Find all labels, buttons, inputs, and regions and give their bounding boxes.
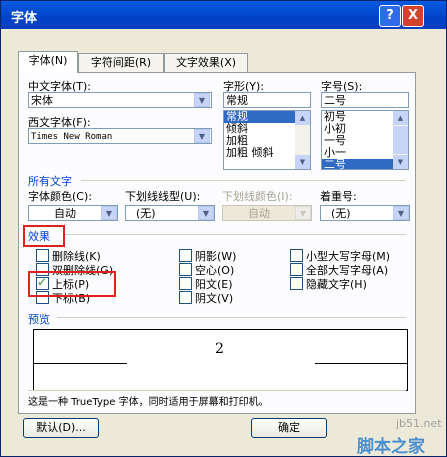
window-title: 字体 [11, 11, 38, 26]
underline-style-label: 下划线线型(U): [125, 190, 201, 203]
watermark-logo: 脚本之家 [357, 437, 425, 457]
engrave-checkbox[interactable] [179, 291, 192, 304]
scroll-down-icon[interactable]: ▼ [393, 155, 408, 169]
chinese-font-select[interactable]: 宋体 [28, 92, 212, 108]
help-button[interactable]: ? [379, 5, 401, 27]
hidden-text-label: 隐藏文字(H) [306, 278, 367, 291]
divider [81, 180, 406, 181]
emphasis-mark-label: 着重号: [320, 190, 357, 203]
chevron-down-icon[interactable]: ▼ [101, 206, 117, 220]
chevron-down-icon[interactable]: ▼ [295, 206, 311, 220]
font-dialog: 字体 ? X 字体(N) 字符间距(R) 文字效果(X) 中文字体(T): 宋体… [0, 0, 447, 457]
font-size-input[interactable]: 二号 [321, 92, 409, 108]
font-style-input[interactable]: 常规 [223, 92, 311, 108]
emboss-checkbox[interactable] [179, 277, 192, 290]
outline-checkbox[interactable] [179, 263, 192, 276]
scrollbar[interactable]: ▲ ▼ [295, 111, 310, 169]
tab-character-spacing[interactable]: 字符间距(R) [78, 53, 164, 72]
preview-sample-text: 2 [215, 341, 224, 357]
all-text-section-title: 所有文字 [28, 175, 72, 188]
font-size-list[interactable]: 初号 小初 一号 小一 二号 ▲ ▼ [321, 110, 409, 170]
watermark-domain: jb51.net [396, 417, 442, 430]
preview-line-left [34, 363, 127, 364]
tab-font[interactable]: 字体(N) [18, 51, 78, 73]
divider [57, 317, 406, 318]
strikethrough-checkbox[interactable] [36, 249, 49, 262]
divider [65, 234, 406, 235]
chevron-down-icon[interactable]: ▼ [194, 93, 210, 107]
engrave-label: 阴文(V) [195, 292, 234, 305]
preview-section-title: 预览 [28, 313, 50, 326]
preview-line-right [315, 363, 407, 364]
chevron-down-icon[interactable]: ▼ [194, 129, 210, 143]
chevron-down-icon[interactable]: ▼ [198, 206, 214, 220]
shadow-checkbox[interactable] [179, 249, 192, 262]
tab-text-effects[interactable]: 文字效果(X) [164, 53, 248, 72]
underline-color-label: 下划线颜色(I): [222, 190, 293, 203]
scrollbar[interactable]: ▲ ▼ [393, 111, 408, 169]
preview-box: 2 [33, 329, 408, 391]
scroll-up-icon[interactable]: ▲ [295, 111, 310, 125]
hidden-text-checkbox[interactable] [290, 277, 303, 290]
font-info-text: 这是一种 TrueType 字体，同时适用于屏幕和打印机。 [28, 397, 269, 408]
all-caps-checkbox[interactable] [290, 263, 303, 276]
font-color-label: 字体颜色(C): [28, 190, 92, 203]
scroll-down-icon[interactable]: ▼ [295, 155, 310, 169]
divider [28, 390, 406, 391]
title-bar: 字体 ? X [1, 1, 446, 29]
font-style-list[interactable]: 常规 倾斜 加粗 加粗 倾斜 ▲ ▼ [223, 110, 311, 170]
effects-section-title: 效果 [28, 230, 50, 243]
small-caps-checkbox[interactable] [290, 249, 303, 262]
default-button[interactable]: 默认(D)... [23, 418, 99, 438]
scroll-thumb[interactable] [393, 126, 408, 154]
chevron-down-icon[interactable]: ▼ [393, 206, 409, 220]
ok-button[interactable]: 确定 [251, 418, 327, 438]
highlight-superscript [28, 271, 116, 297]
scroll-up-icon[interactable]: ▲ [393, 111, 408, 125]
western-font-select[interactable]: Times New Roman [28, 128, 212, 144]
close-button[interactable]: X [402, 5, 424, 27]
